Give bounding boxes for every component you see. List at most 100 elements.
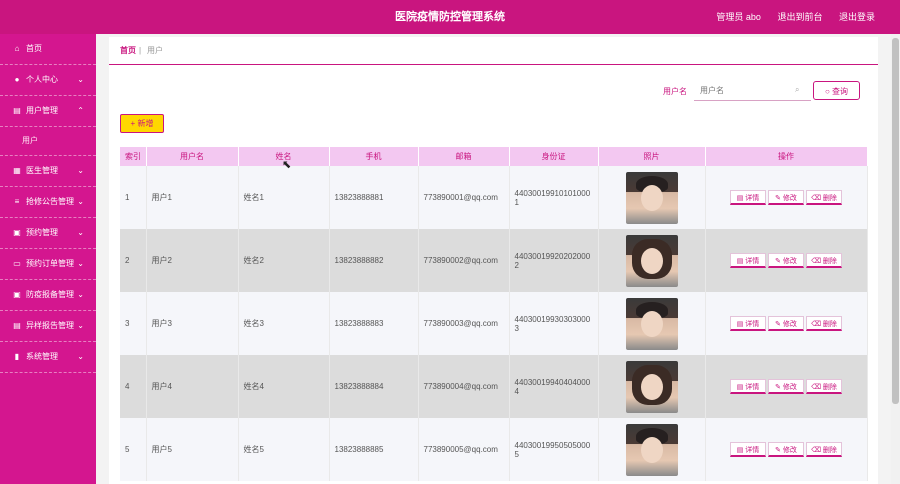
sidebar-item-user-mgmt[interactable]: ▤ 用户管理 ⌃: [0, 96, 96, 127]
detail-button[interactable]: ▤ 详情: [730, 316, 766, 331]
user-photo: [625, 297, 678, 350]
trash-icon: ⌫: [811, 384, 823, 391]
edit-button[interactable]: ✎ 修改: [768, 442, 804, 457]
breadcrumb-home[interactable]: 首页: [120, 37, 136, 64]
edit-label: 修改: [782, 195, 797, 202]
detail-button[interactable]: ▤ 详情: [730, 253, 766, 268]
delete-button[interactable]: ⌫ 删除: [806, 379, 842, 394]
scrollbar[interactable]: [891, 34, 900, 484]
sidebar-item-label: 防疫报备管理: [26, 290, 74, 299]
cell-username: 用户1: [146, 166, 239, 229]
sidebar-item-notice[interactable]: ≡ 抢修公告管理 ⌄: [0, 187, 96, 218]
user-photo: [625, 234, 678, 287]
sidebar-subitem-users[interactable]: 用户: [0, 127, 96, 156]
detail-label: 详情: [745, 384, 760, 391]
chevron-down-icon: ⌄: [77, 352, 84, 361]
current-user: 管理员 abo: [716, 12, 761, 22]
detail-icon: ▤: [736, 195, 746, 202]
query-button[interactable]: ○ 查询: [813, 81, 860, 100]
cell-name: 姓名2: [238, 229, 330, 292]
cell-name: 姓名5: [238, 418, 330, 481]
breadcrumb-current: 用户: [147, 46, 163, 55]
cell-photo: [598, 166, 706, 229]
detail-icon: ▤: [736, 258, 746, 265]
sidebar-item-appointment[interactable]: ▣ 预约管理 ⌄: [0, 218, 96, 249]
cell-phone: 13823888884: [329, 355, 419, 418]
query-button-label: 查询: [832, 87, 849, 96]
cell-username: 用户4: [146, 355, 239, 418]
edit-icon: ✎: [775, 258, 783, 265]
delete-button[interactable]: ⌫ 删除: [806, 316, 842, 331]
delete-button[interactable]: ⌫ 删除: [806, 190, 842, 205]
user-photo: [625, 360, 678, 413]
cell-index: 2: [120, 229, 147, 292]
chevron-down-icon: ⌄: [77, 75, 84, 84]
sidebar-item-abnormal[interactable]: ▤ 异样报告管理 ⌄: [0, 311, 96, 342]
scrollbar-thumb[interactable]: [892, 38, 899, 404]
sidebar-item-system[interactable]: ▮ 系统管理 ⌄: [0, 342, 96, 373]
sidebar-item-orders[interactable]: ▭ 预约订单管理 ⌄: [0, 249, 96, 280]
search-icon: ⌕: [795, 85, 800, 94]
edit-label: 修改: [782, 258, 797, 265]
cell-email: 773890001@qq.com: [418, 166, 510, 229]
trash-icon: ⌫: [811, 195, 823, 202]
sidebar-item-doctor[interactable]: ▦ 医生管理 ⌄: [0, 156, 96, 187]
sidebar-item-home[interactable]: ⌂ 首页: [0, 34, 96, 65]
trash-icon: ⌫: [811, 258, 823, 265]
table-row: 1 用户1 姓名1 13823888881 773890001@qq.com 440300…: [120, 166, 868, 229]
edit-button[interactable]: ✎ 修改: [768, 190, 804, 205]
mouse-cursor-icon: ⬉: [282, 159, 292, 171]
detail-label: 详情: [745, 321, 760, 328]
edit-label: 修改: [782, 447, 797, 454]
chevron-down-icon: ⌄: [77, 166, 84, 175]
detail-label: 详情: [745, 195, 760, 202]
detail-icon: ▤: [736, 447, 746, 454]
breadcrumb-separator: |: [139, 46, 142, 55]
sidebar-item-profile[interactable]: ● 个人中心 ⌄: [0, 65, 96, 96]
table-header-row: 索引 用户名 姓名 手机 邮箱 身份证 照片 操作: [120, 147, 868, 166]
cell-photo: [598, 292, 706, 355]
cell-photo: [598, 355, 706, 418]
cell-actions: ▤ 详情 ✎ 修改 ⌫ 删除: [705, 418, 868, 481]
cell-phone: 13823888885: [329, 418, 419, 481]
sidebar-item-label: 异样报告管理: [26, 321, 74, 330]
detail-button[interactable]: ▤ 详情: [730, 442, 766, 457]
cell-index: 1: [120, 166, 147, 229]
edit-label: 修改: [782, 384, 797, 391]
cell-idcard: 440300199505050005: [509, 418, 599, 481]
sidebar: ⌂ 首页 ● 个人中心 ⌄ ▤ 用户管理 ⌃ 用户 ▦ 医生管理 ⌄ ≡ 抢修公…: [0, 34, 96, 484]
column-header: 索引: [120, 147, 147, 166]
delete-button[interactable]: ⌫ 删除: [806, 442, 842, 457]
delete-button[interactable]: ⌫ 删除: [806, 253, 842, 268]
list-icon: ≡: [14, 197, 20, 206]
delete-label: 删除: [822, 195, 837, 202]
add-button[interactable]: + 新增: [120, 114, 164, 133]
table-row: 2 用户2 姓名2 13823888882 773890002@qq.com 440300…: [120, 229, 868, 292]
trash-icon: ⌫: [811, 447, 823, 454]
table-row: 4 用户4 姓名4 13823888884 773890004@qq.com 440300…: [120, 355, 868, 418]
edit-icon: ✎: [775, 384, 783, 391]
sidebar-item-label: 抢修公告管理: [26, 197, 74, 206]
sidebar-item-label: 医生管理: [26, 166, 58, 175]
edit-button[interactable]: ✎ 修改: [768, 253, 804, 268]
cell-index: 4: [120, 355, 147, 418]
sidebar-item-report[interactable]: ▣ 防疫报备管理 ⌄: [0, 280, 96, 311]
edit-button[interactable]: ✎ 修改: [768, 316, 804, 331]
trash-icon: ⌫: [811, 321, 823, 328]
delete-label: 删除: [822, 384, 837, 391]
detail-button[interactable]: ▤ 详情: [730, 379, 766, 394]
cell-idcard: 440300199303030003: [509, 292, 599, 355]
edit-button[interactable]: ✎ 修改: [768, 379, 804, 394]
cell-email: 773890005@qq.com: [418, 418, 510, 481]
book-icon: ▣: [13, 228, 21, 237]
sidebar-item-label: 预约订单管理: [26, 259, 74, 268]
cell-index: 5: [120, 418, 147, 481]
chevron-down-icon: ⌄: [77, 321, 84, 330]
cell-name: 姓名3: [238, 292, 330, 355]
chevron-down-icon: ⌄: [77, 197, 84, 206]
search-input[interactable]: [694, 81, 811, 101]
detail-button[interactable]: ▤ 详情: [730, 190, 766, 205]
logout-link[interactable]: 退出登录: [839, 12, 875, 22]
front-link[interactable]: 退出到前台: [777, 12, 822, 22]
column-header: 操作: [705, 147, 868, 166]
